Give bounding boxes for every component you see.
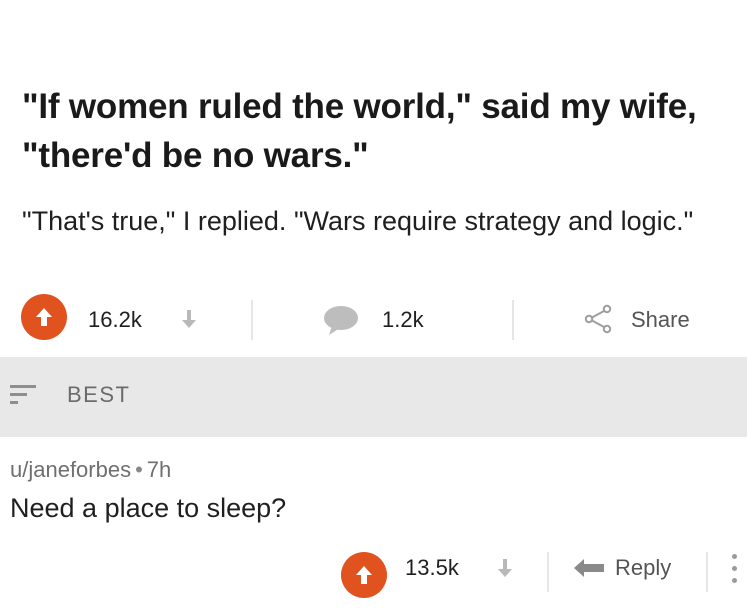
post-comment-count[interactable]: 1.2k (382, 307, 424, 333)
post-upvote-count: 16.2k (88, 307, 142, 332)
speech-bubble-icon[interactable] (322, 304, 360, 336)
comment-meta: u/janeforbes • 7h (10, 457, 171, 483)
comment-downvote-button[interactable] (496, 557, 514, 579)
divider (706, 552, 708, 592)
dot (732, 554, 737, 559)
comment-sort-bar[interactable]: BEST (0, 357, 747, 437)
arrow-up-circle-icon (356, 566, 372, 584)
arrow-up-circle-icon (36, 308, 52, 326)
dot (732, 566, 737, 571)
comment-upvote-button[interactable] (341, 552, 387, 598)
divider (251, 300, 253, 340)
post-body: "That's true," I replied. "Wars require … (22, 206, 694, 236)
reply-arrow-icon[interactable] (572, 557, 606, 579)
comment-item: u/janeforbes • 7h Need a place to sleep? 1… (0, 437, 747, 616)
comment-age: 7h (146, 457, 172, 482)
reply-button[interactable]: Reply (615, 555, 671, 581)
vertical-dots-icon[interactable] (730, 554, 740, 588)
comment-upvote-count: 13.5k (405, 555, 459, 580)
post-action-bar: 16.2k 1.2k Share (0, 290, 747, 350)
meta-separator: • (135, 457, 143, 482)
share-nodes-icon[interactable] (583, 304, 613, 334)
dot (732, 578, 737, 583)
comment-text: Need a place to sleep? (10, 493, 287, 523)
divider (512, 300, 514, 340)
comment-author[interactable]: u/janeforbes (10, 457, 131, 482)
post-title[interactable]: "If women ruled the world," said my wife… (22, 82, 737, 180)
post-card: "If women ruled the world," said my wife… (0, 0, 747, 357)
post-upvote-button[interactable] (21, 294, 67, 340)
share-button[interactable]: Share (631, 307, 690, 333)
divider (547, 552, 549, 592)
sort-label[interactable]: BEST (67, 382, 130, 408)
sort-lines-icon (10, 385, 36, 404)
post-downvote-button[interactable] (180, 308, 198, 330)
